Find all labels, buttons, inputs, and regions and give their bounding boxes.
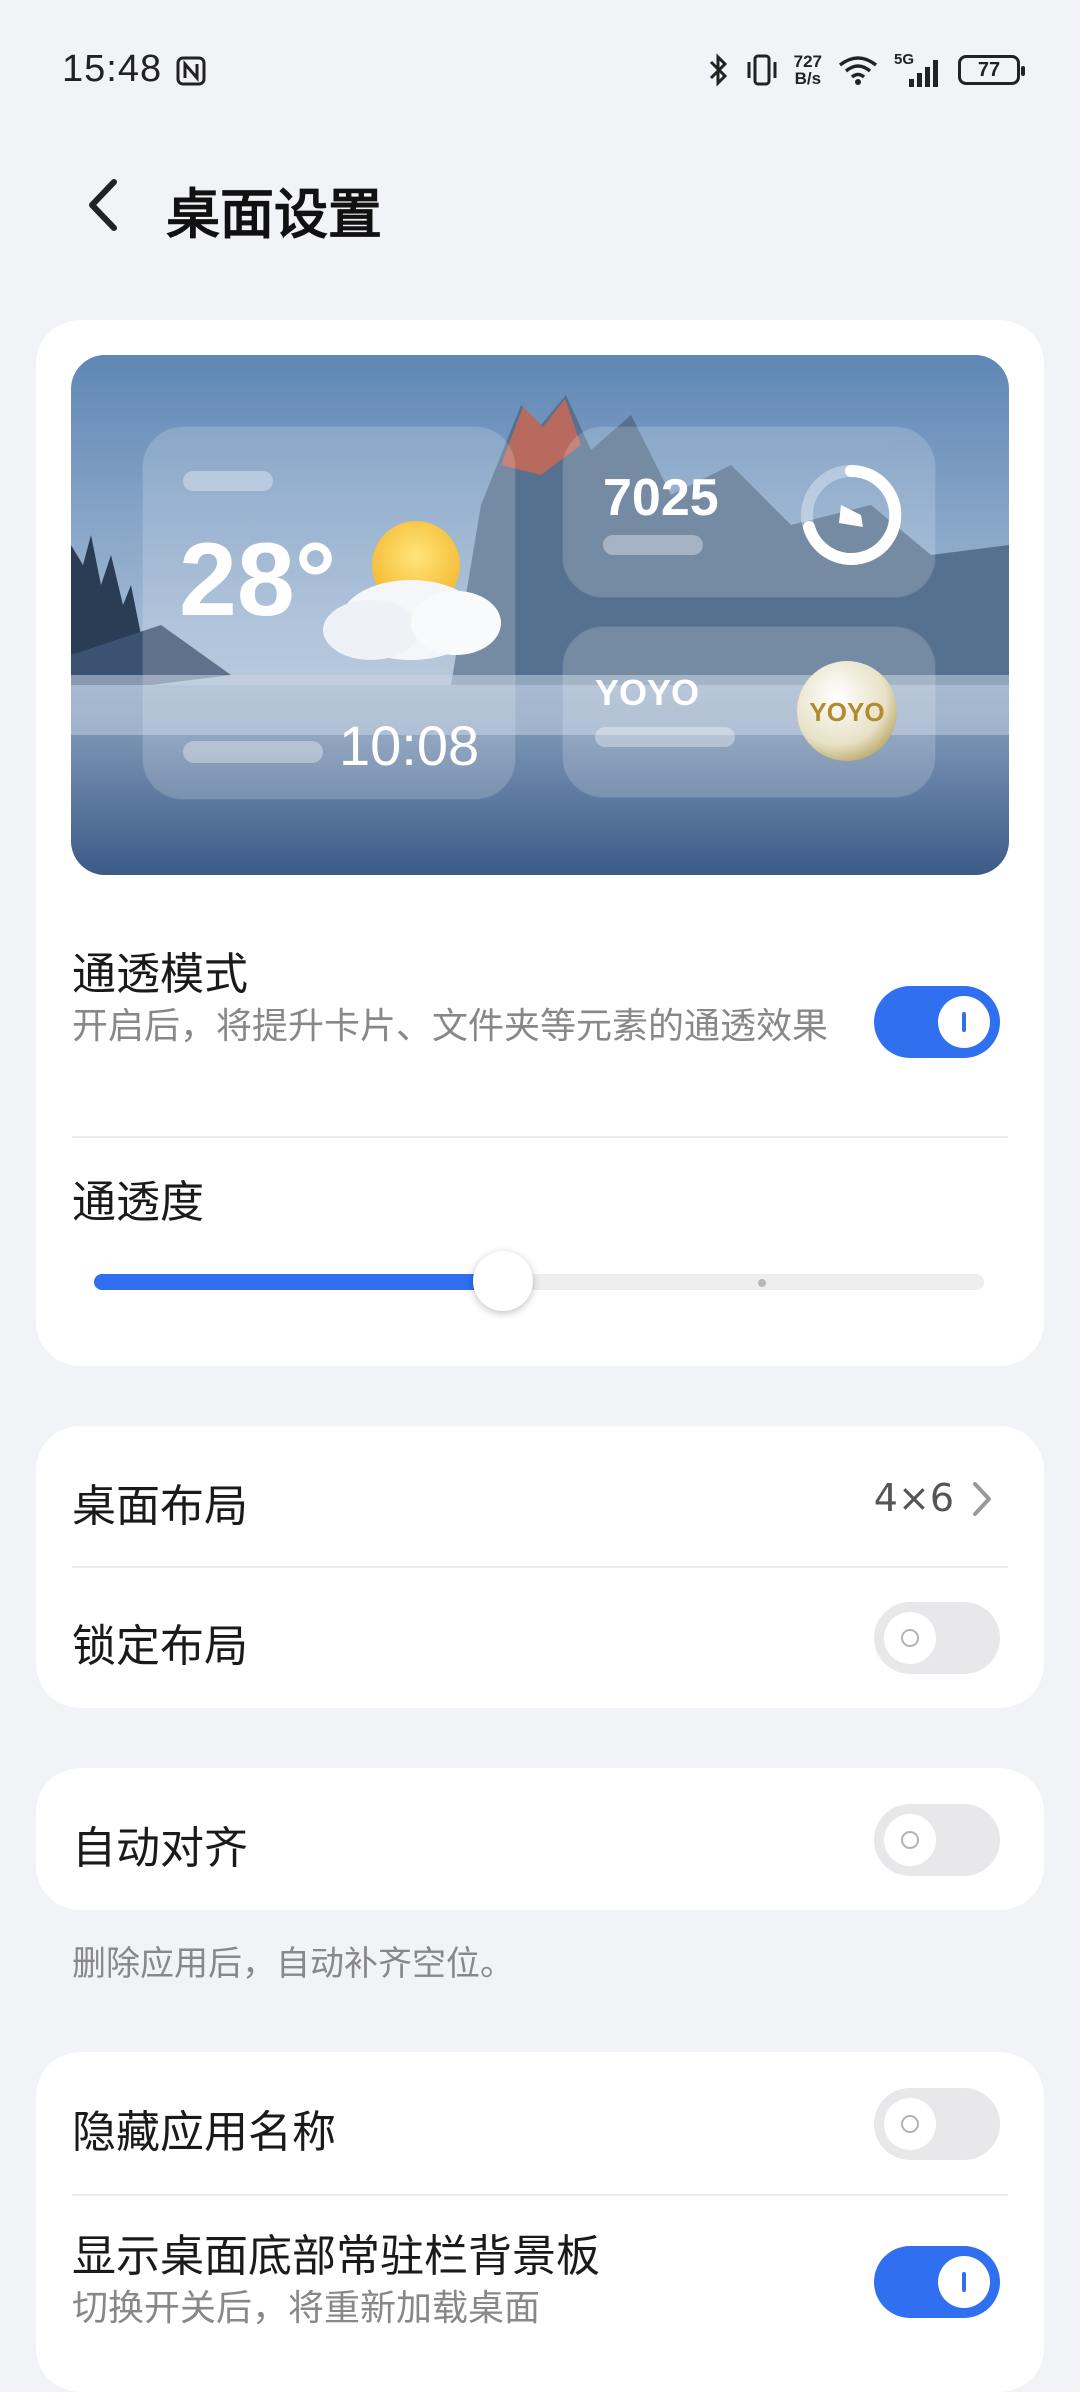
divider [72,1136,1008,1138]
header: 桌面设置 [0,150,1080,260]
dock-background-label: 显示桌面底部常驻栏背景板 [72,2231,600,2282]
display-options-card: 隐藏应用名称 显示桌面底部常驻栏背景板 切换开关后，将重新加载桌面 [36,2052,1044,2392]
toggle-knob [938,996,990,1048]
toggle-knob [938,2256,990,2308]
layout-card: 桌面布局 4×6 锁定布局 [36,1426,1044,1708]
transparency-level-label: 通透度 [72,1177,204,1228]
status-bar: 15:48 727 B/s 5G 77 [0,0,1080,140]
status-time: 15:48 [62,48,163,90]
slider-fill [94,1274,503,1290]
hide-app-name-label: 隐藏应用名称 [72,2107,336,2158]
auto-align-card: 自动对齐 [36,1768,1044,1910]
auto-align-label: 自动对齐 [72,1823,248,1874]
back-arrow-icon[interactable] [74,172,134,238]
toggle-knob [884,2098,936,2150]
lock-layout-toggle[interactable] [874,1602,1000,1674]
desktop-layout-row[interactable]: 桌面布局 4×6 [36,1426,1044,1566]
nfc-icon [176,56,206,86]
transparency-mode-label: 通透模式 [72,949,248,1000]
dock-background-toggle[interactable] [874,2246,1000,2318]
page-title: 桌面设置 [166,183,382,246]
bluetooth-icon [709,53,727,87]
toggle-knob [884,1612,936,1664]
divider [72,2194,1008,2196]
chevron-right-icon [973,1482,991,1516]
wifi-icon [838,56,878,85]
steps-count: 7025 [603,469,719,527]
slider-thumb[interactable] [473,1251,533,1311]
transparency-mode-toggle[interactable] [874,986,1000,1058]
transparency-mode-description: 开启后，将提升卡片、文件夹等元素的通透效果 [72,1006,829,1047]
net-speed-unit: B/s [794,69,822,88]
net-speed-value: 727 [793,52,822,71]
auto-align-hint: 删除应用后，自动补齐空位。 [72,1944,514,1984]
lock-layout-label: 锁定布局 [72,1621,248,1672]
signal-icon: 5G [894,51,944,87]
net-speed: 727 B/s [794,53,822,87]
toggle-knob [884,1814,936,1866]
weather-time: 10:08 [339,714,479,777]
status-icons: 727 B/s 5G 77 [708,50,1025,90]
yoyo-label: YOYO [595,672,699,713]
transparency-card: 28° 10:08 7025 YOYO YOYO 通透模式 开启后，将提升卡片、… [36,320,1044,1366]
transparency-slider[interactable] [94,1251,984,1311]
desktop-layout-label: 桌面布局 [72,1481,248,1532]
slider-tick [758,1279,766,1287]
weather-temp: 28° [179,522,336,638]
preview-image: 28° 10:08 7025 YOYO YOYO [71,355,1009,875]
wallpaper-preview: 28° 10:08 7025 YOYO YOYO [71,355,1009,875]
auto-align-toggle[interactable] [874,1804,1000,1876]
vibrate-icon [747,54,777,86]
desktop-layout-value: 4×6 [873,1476,954,1520]
divider [72,1566,1008,1568]
dock-background-description: 切换开关后，将重新加载桌面 [72,2288,541,2329]
hide-app-name-toggle[interactable] [874,2088,1000,2160]
battery-icon: 77 [958,55,1025,85]
yoyo-badge: YOYO [809,697,884,727]
